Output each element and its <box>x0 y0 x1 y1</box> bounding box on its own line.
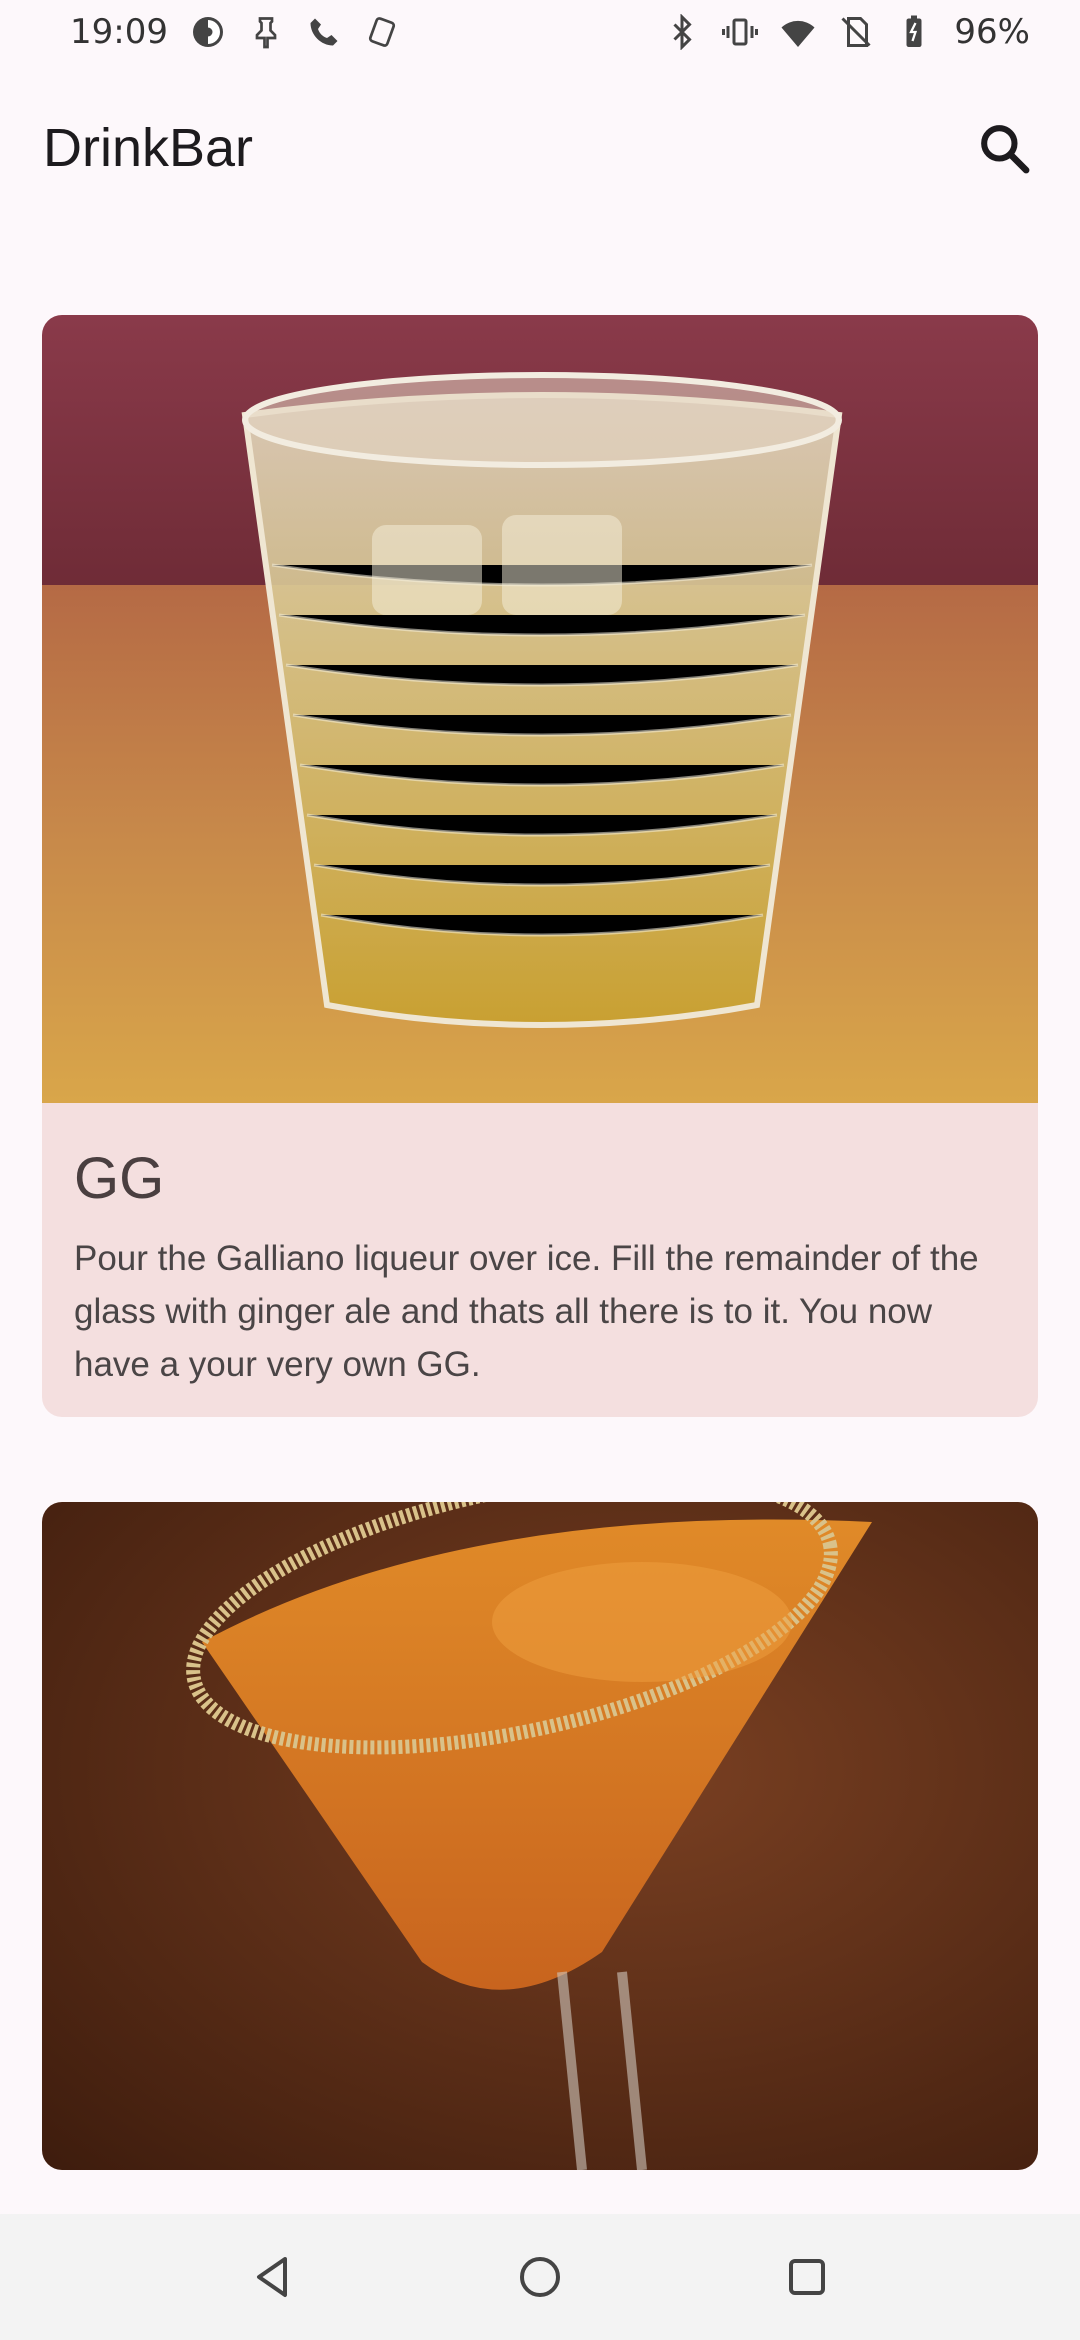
pin-icon <box>248 14 284 50</box>
vibrate-icon <box>722 14 759 50</box>
app-title: DrinkBar <box>43 118 254 178</box>
search-icon <box>981 125 1030 174</box>
screen-rotate-icon <box>364 14 400 50</box>
status-time: 19:09 <box>70 12 168 52</box>
card-body: GG Pour the Galliano liqueur over ice. F… <box>42 1103 1038 1391</box>
battery-icon <box>896 14 932 50</box>
back-icon <box>257 2257 288 2297</box>
phone-icon <box>306 14 342 50</box>
battery-percent: 96% <box>954 12 1030 52</box>
nav-bar <box>0 2214 1080 2340</box>
drink-image <box>42 315 1038 1103</box>
status-bar: 19:09 96% <box>0 0 1080 64</box>
drink-card[interactable] <box>42 1502 1038 2170</box>
drink-description: Pour the Galliano liqueur over ice. Fill… <box>74 1239 979 1384</box>
recents-button[interactable] <box>767 2237 847 2317</box>
recents-icon <box>788 2259 825 2295</box>
home-icon <box>519 2257 560 2297</box>
bluetooth-icon <box>664 14 700 50</box>
no-sim-icon <box>838 14 874 50</box>
data-saver-icon <box>190 14 226 50</box>
wifi-icon <box>780 14 816 50</box>
search-button[interactable] <box>968 112 1040 184</box>
home-button[interactable] <box>500 2237 580 2317</box>
status-left: 19:09 <box>70 12 400 52</box>
status-right: 96% <box>664 12 1030 52</box>
back-button[interactable] <box>233 2237 313 2317</box>
drink-card[interactable]: GG Pour the Galliano liqueur over ice. F… <box>42 315 1038 1417</box>
app-bar: DrinkBar <box>0 96 1080 200</box>
drink-image <box>42 1502 1038 2170</box>
drink-title: GG <box>74 1146 165 1211</box>
